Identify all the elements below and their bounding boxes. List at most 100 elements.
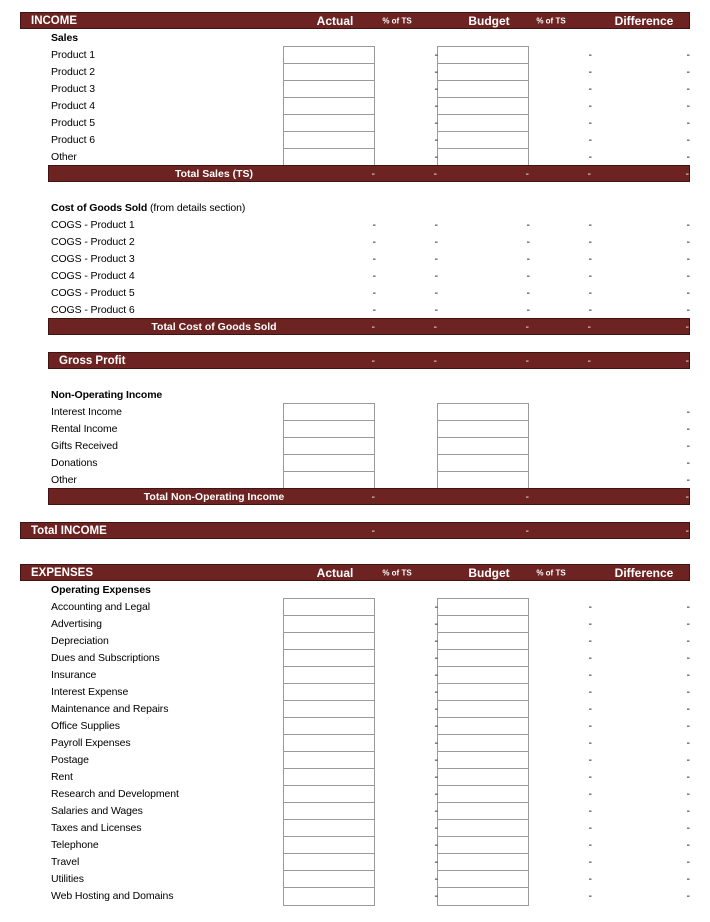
- table-row: Depreciation - - -: [0, 632, 710, 649]
- row-label: Maintenance and Repairs: [51, 702, 169, 715]
- cell-pct-of-ts-budget: -: [588, 269, 593, 282]
- table-row: Telephone - - -: [0, 836, 710, 853]
- cell-difference: -: [686, 65, 691, 78]
- operating-expenses-block: Operating Expenses Accounting and Legal …: [0, 581, 710, 906]
- total-sales-budget: -: [525, 167, 530, 180]
- row-label: Other: [51, 473, 77, 486]
- total-sales-pct-of-ts-actual: -: [433, 167, 438, 180]
- cell-pct-of-ts-actual: -: [434, 770, 439, 783]
- cell-pct-of-ts-budget: -: [588, 753, 593, 766]
- row-label: Product 2: [51, 65, 96, 78]
- cell-pct-of-ts-budget: -: [588, 838, 593, 851]
- total-income-label: Total INCOME: [31, 524, 107, 537]
- gross-profit-bar: Gross Profit - - - - -: [48, 352, 690, 369]
- sales-group-label: Sales: [51, 31, 78, 44]
- cell-difference: -: [686, 889, 691, 902]
- table-row: Insurance - - -: [0, 666, 710, 683]
- cell-difference: -: [686, 702, 691, 715]
- total-cogs-budget: -: [525, 320, 530, 333]
- gross-profit-actual: -: [371, 354, 376, 367]
- table-row: Product 5 - - -: [0, 114, 710, 131]
- cell-pct-of-ts-actual: -: [434, 600, 439, 613]
- row-label: Interest Expense: [51, 685, 129, 698]
- total-sales-pct-of-ts-budget: -: [587, 167, 592, 180]
- table-row: Accounting and Legal - - -: [0, 598, 710, 615]
- cell-pct-of-ts-actual: -: [434, 617, 439, 630]
- expenses-section-header: EXPENSES Actual % of TS Budget % of TS D…: [20, 564, 690, 581]
- cell-pct-of-ts-actual: -: [434, 133, 439, 146]
- total-non-operating-income-bar: Total Non-Operating Income - - -: [48, 488, 690, 505]
- cell-difference: -: [686, 218, 691, 231]
- gross-profit-pct-of-ts-actual: -: [433, 354, 438, 367]
- cell-difference: -: [686, 405, 691, 418]
- row-label: COGS - Product 3: [51, 252, 135, 265]
- cell-pct-of-ts-budget: -: [588, 668, 593, 681]
- cell-budget: -: [526, 303, 531, 316]
- non-operating-income-block: Non-Operating Income Interest Income - R…: [0, 386, 710, 490]
- row-label: Payroll Expenses: [51, 736, 131, 749]
- total-sales-bar: Total Sales (TS) - - - - -: [48, 165, 690, 182]
- sales-group-label-row: Sales: [0, 29, 710, 46]
- cell-difference: -: [686, 48, 691, 61]
- cell-pct-of-ts-actual: -: [434, 821, 439, 834]
- total-sales-actual: -: [371, 167, 376, 180]
- row-label: COGS - Product 1: [51, 218, 135, 231]
- row-label: Travel: [51, 855, 80, 868]
- row-label: COGS - Product 4: [51, 269, 135, 282]
- cell-difference: -: [686, 456, 691, 469]
- cell-pct-of-ts-budget: -: [588, 804, 593, 817]
- cell-pct-of-ts-budget: -: [588, 770, 593, 783]
- income-section-header: INCOME Actual % of TS Budget % of TS Dif…: [20, 12, 690, 29]
- row-label: Product 6: [51, 133, 96, 146]
- cell-pct-of-ts-budget: -: [588, 855, 593, 868]
- table-row: COGS - Product 1 - - - - -: [0, 216, 710, 233]
- total-income-budget: -: [525, 524, 530, 537]
- cell-difference: -: [686, 99, 691, 112]
- total-non-operating-actual: -: [371, 490, 376, 503]
- table-row: Interest Expense - - -: [0, 683, 710, 700]
- row-label: Accounting and Legal: [51, 600, 150, 613]
- row-label: Dues and Subscriptions: [51, 651, 160, 664]
- sales-block: Sales Product 1 - - - Product 2 - - - Pr…: [0, 29, 710, 167]
- cell-difference: -: [686, 150, 691, 163]
- cell-pct-of-ts-actual: -: [434, 872, 439, 885]
- operating-expenses-group-label: Operating Expenses: [51, 583, 151, 596]
- cell-pct-of-ts-actual: -: [434, 753, 439, 766]
- cell-actual: -: [372, 286, 377, 299]
- row-label: COGS - Product 6: [51, 303, 135, 316]
- total-cogs-bar: Total Cost of Goods Sold - - - - -: [48, 318, 690, 335]
- total-non-operating-budget: -: [525, 490, 530, 503]
- cell-difference: -: [686, 634, 691, 647]
- row-label: Utilities: [51, 872, 84, 885]
- cell-pct-of-ts-actual: -: [434, 99, 439, 112]
- cell-difference: -: [686, 668, 691, 681]
- cell-pct-of-ts-budget: -: [588, 48, 593, 61]
- table-row: COGS - Product 3 - - - - -: [0, 250, 710, 267]
- cell-pct-of-ts-budget: -: [588, 99, 593, 112]
- table-row: COGS - Product 6 - - - - -: [0, 301, 710, 318]
- table-row: Other -: [0, 471, 710, 488]
- cell-actual: -: [372, 303, 377, 316]
- cell-difference: -: [686, 439, 691, 452]
- row-label: Rental Income: [51, 422, 118, 435]
- cell-pct-of-ts-actual: -: [434, 235, 439, 248]
- table-row: Research and Development - - -: [0, 785, 710, 802]
- income-section-title: INCOME: [31, 14, 77, 27]
- cell-difference: -: [686, 286, 691, 299]
- table-row: COGS - Product 5 - - - - -: [0, 284, 710, 301]
- top-spacer: [0, 0, 710, 12]
- cell-pct-of-ts-actual: -: [434, 685, 439, 698]
- table-row: Product 6 - - -: [0, 131, 710, 148]
- table-row: Web Hosting and Domains - - -: [0, 887, 710, 904]
- cell-pct-of-ts-actual: -: [434, 804, 439, 817]
- cell-difference: -: [686, 651, 691, 664]
- cell-actual: -: [372, 218, 377, 231]
- total-cogs-pct-of-ts-budget: -: [587, 320, 592, 333]
- cell-pct-of-ts-budget: -: [588, 235, 593, 248]
- table-row: COGS - Product 2 - - - - -: [0, 233, 710, 250]
- column-header-difference: Difference: [614, 565, 674, 580]
- cell-pct-of-ts-budget: -: [588, 702, 593, 715]
- table-row: Gifts Received -: [0, 437, 710, 454]
- cell-actual: -: [372, 252, 377, 265]
